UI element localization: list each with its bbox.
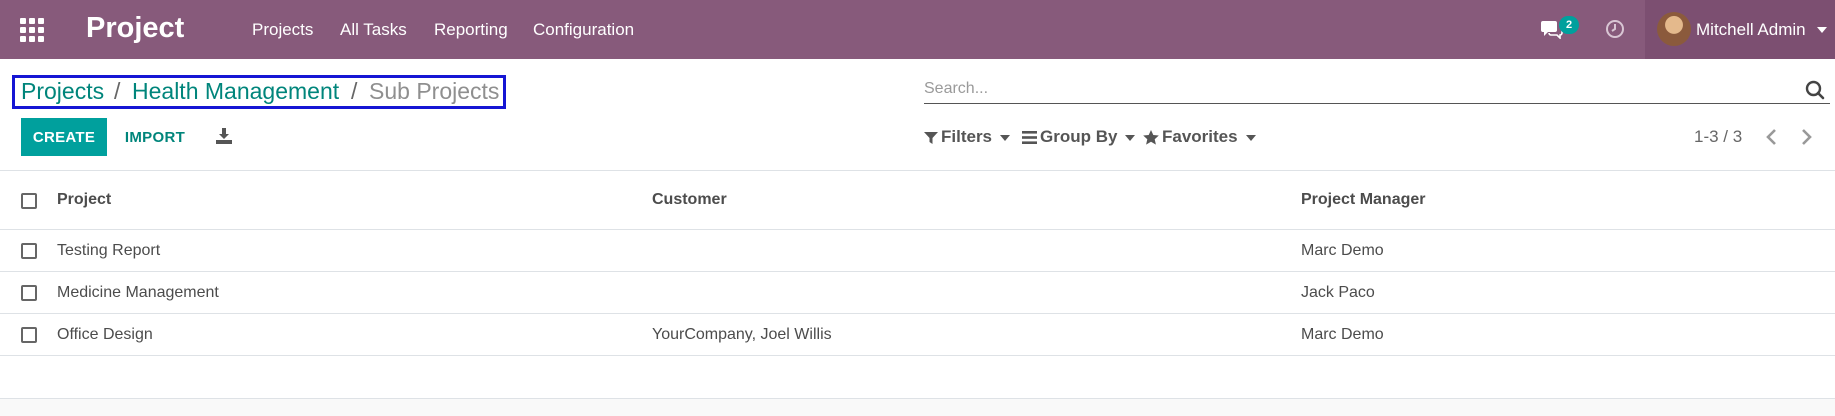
menu-configuration[interactable]: Configuration [533,20,634,40]
cell-project: Office Design [57,326,153,343]
cell-project: Testing Report [57,242,161,259]
caret-down-icon [1000,134,1011,141]
breadcrumb-current: Sub Projects [369,78,500,104]
pager-value[interactable]: 1-3 / 3 [1694,127,1742,147]
list-icon [1022,131,1037,145]
cell-project-manager: Marc Demo [1301,242,1384,259]
table-row[interactable]: Medicine Management Jack Paco [0,272,1835,314]
row-checkbox[interactable] [21,327,37,343]
import-button[interactable]: IMPORT [117,118,193,156]
table-header: Project Customer Project Manager [0,170,1835,230]
row-checkbox[interactable] [21,243,37,259]
favorites-label: Favorites [1162,127,1238,146]
cell-project-manager: Jack Paco [1301,284,1375,301]
caret-down-icon [1817,27,1827,33]
filters-dropdown[interactable]: Filters [924,127,1011,147]
star-icon [1143,130,1159,145]
download-icon[interactable] [215,127,233,145]
table-footer [0,398,1835,416]
table-row[interactable]: Office Design YourCompany, Joel Willis M… [0,314,1835,356]
breadcrumb-health-management[interactable]: Health Management [132,77,339,105]
cell-project: Medicine Management [57,284,219,301]
clock-icon[interactable] [1605,19,1625,39]
menu-reporting[interactable]: Reporting [434,20,508,40]
cell-project-manager: Marc Demo [1301,326,1384,343]
apps-grid-icon[interactable] [20,18,44,42]
cell-customer: YourCompany, Joel Willis [652,326,832,343]
filter-icon [924,131,938,144]
avatar [1657,12,1691,46]
breadcrumb-projects[interactable]: Projects [21,77,104,105]
create-button[interactable]: CREATE [21,118,107,156]
table-row[interactable]: Testing Report Marc Demo [0,230,1835,272]
breadcrumb-separator: / [114,78,121,104]
top-navbar: Project Projects All Tasks Reporting Con… [0,0,1835,59]
chevron-left-icon[interactable] [1764,128,1780,146]
caret-down-icon [1125,134,1136,141]
group-by-dropdown[interactable]: Group By [1022,127,1136,147]
user-menu[interactable]: Mitchell Admin [1645,0,1835,59]
breadcrumb-separator: / [351,78,358,104]
group-by-label: Group By [1040,127,1118,146]
search-input[interactable] [924,74,1830,104]
column-header-project-manager[interactable]: Project Manager [1301,191,1425,209]
menu-projects[interactable]: Projects [252,20,313,40]
menu-all-tasks[interactable]: All Tasks [340,20,407,40]
filters-label: Filters [941,127,993,146]
column-header-customer[interactable]: Customer [652,191,727,209]
column-header-project[interactable]: Project [57,191,111,209]
user-name: Mitchell Admin [1696,20,1806,39]
row-checkbox[interactable] [21,285,37,301]
app-title[interactable]: Project [86,12,184,45]
caret-down-icon [1245,134,1256,141]
chat-count-badge: 2 [1559,16,1579,34]
chevron-right-icon[interactable] [1798,128,1814,146]
search-icon[interactable] [1805,80,1825,100]
favorites-dropdown[interactable]: Favorites [1143,127,1256,147]
select-all-checkbox[interactable] [21,193,37,209]
